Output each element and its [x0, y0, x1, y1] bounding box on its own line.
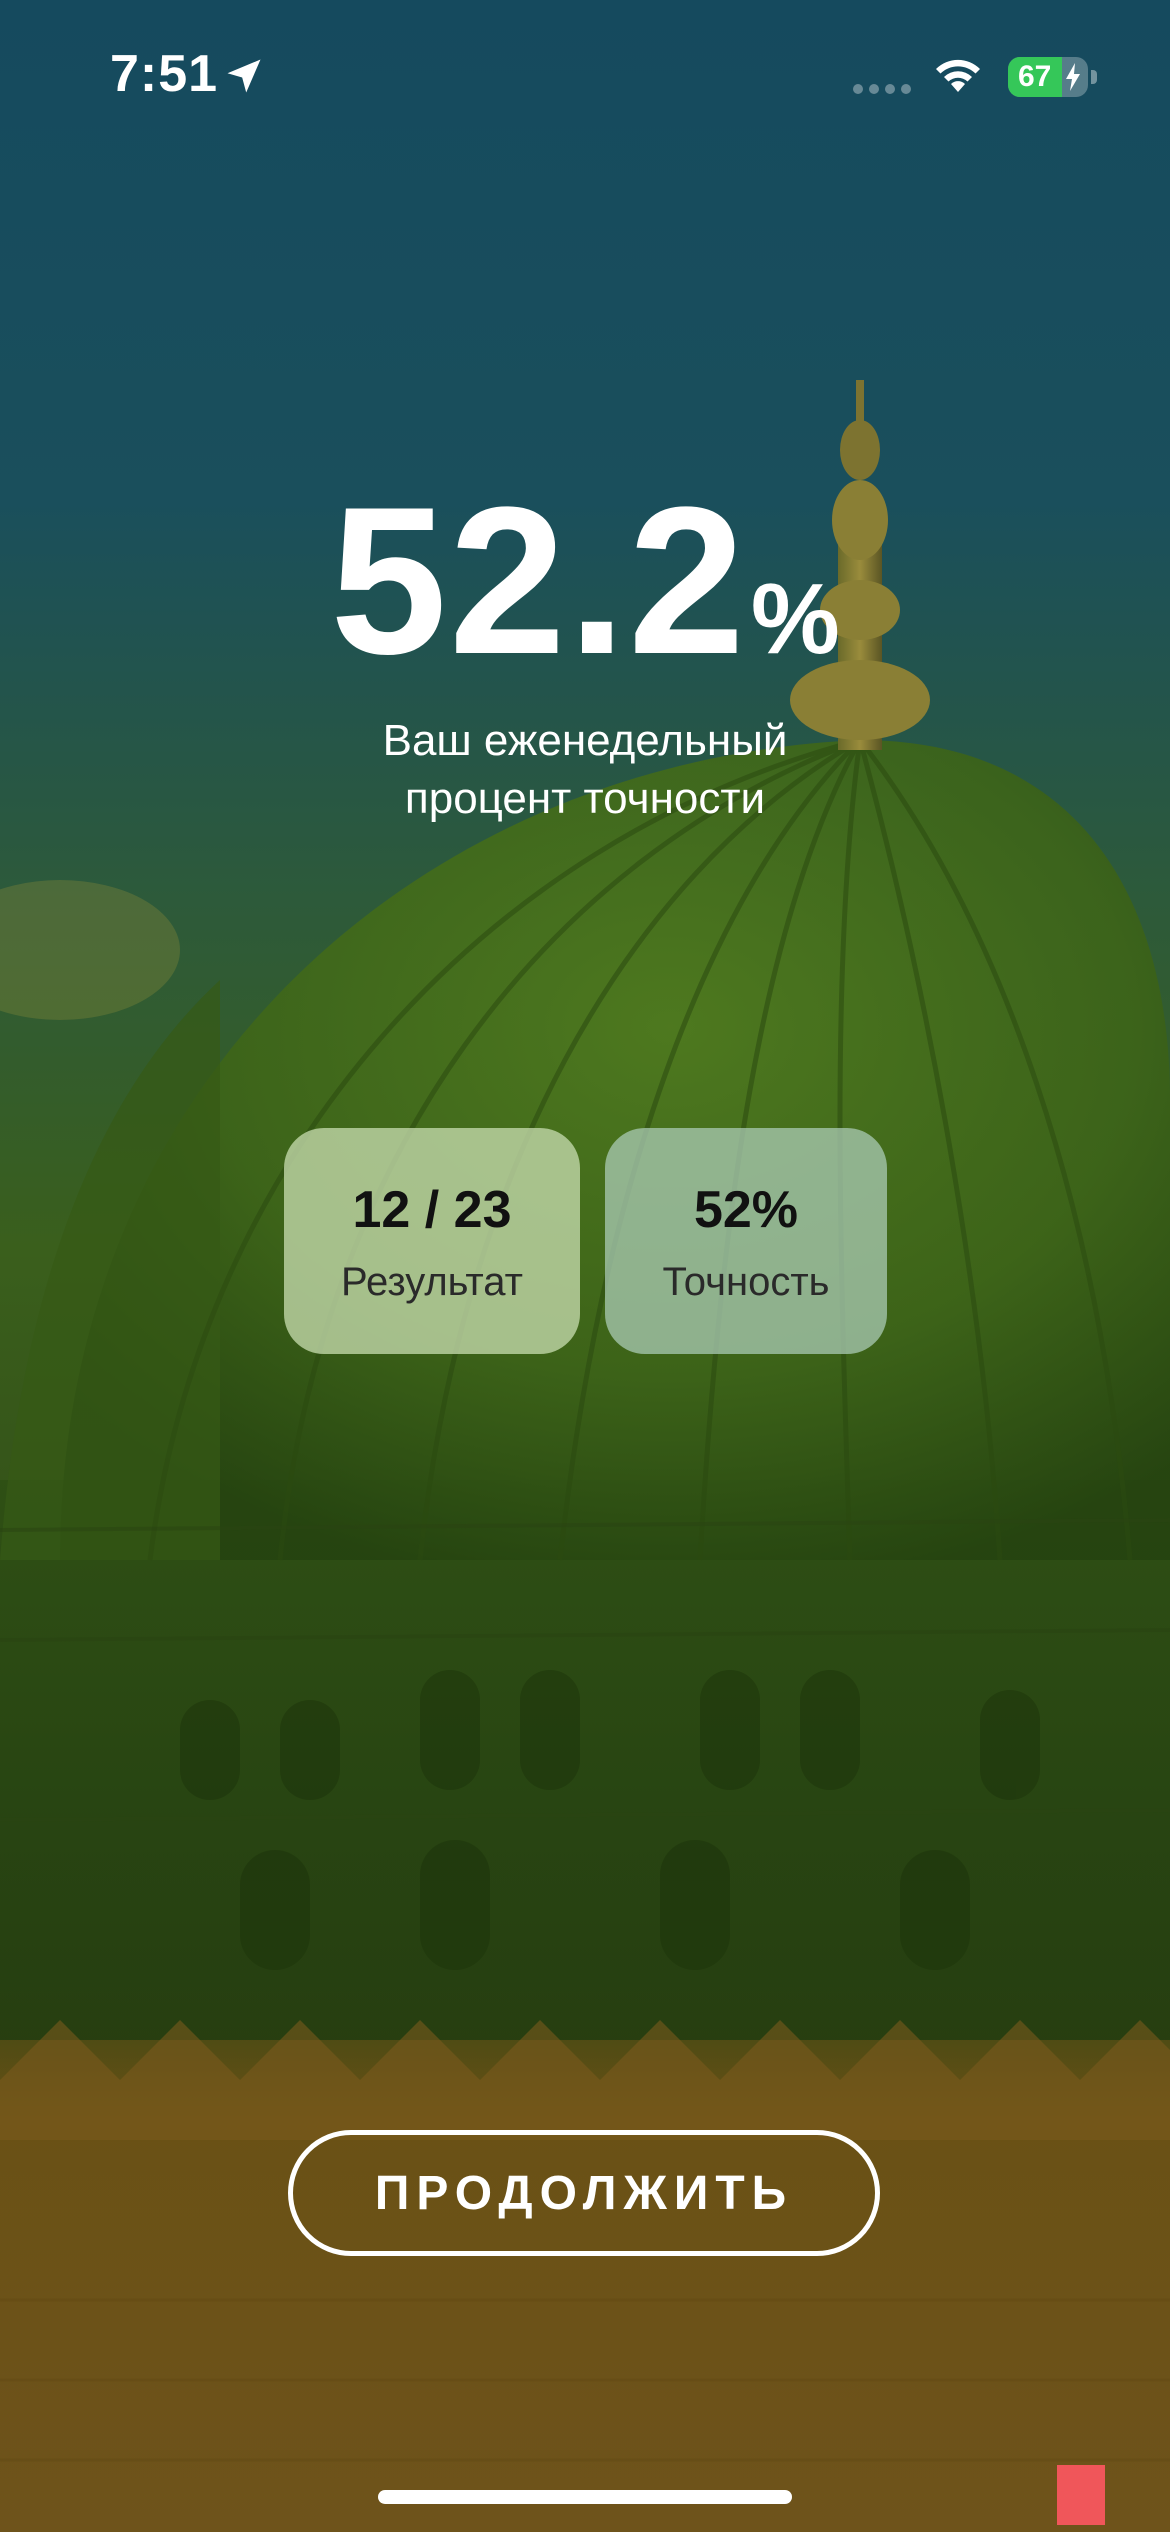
- accuracy-card: 52% Точность: [605, 1128, 887, 1354]
- status-time: 7:51: [110, 45, 219, 103]
- battery-label: 67: [1018, 60, 1052, 93]
- accuracy-value: 52%: [693, 1181, 799, 1239]
- weekly-accuracy-value: 52.2: [330, 463, 747, 698]
- home-indicator[interactable]: [378, 2490, 792, 2504]
- battery-indicator: 67: [1008, 57, 1088, 97]
- subtitle-line-1: Ваш еженедельный: [382, 716, 788, 765]
- cellular-signal-icon: [853, 84, 911, 94]
- weekly-accuracy-percent: 52.2%: [0, 460, 1170, 702]
- bolt-icon: [1066, 63, 1080, 91]
- subtitle-line-2: процент точности: [404, 774, 766, 823]
- result-card: 12 / 23 Результат: [284, 1128, 580, 1354]
- weekly-accuracy-subtitle: Ваш еженедельный процент точности: [0, 712, 1170, 828]
- wifi-icon: [936, 59, 980, 92]
- location-arrow-icon: [227, 59, 261, 93]
- battery-tip: [1091, 70, 1097, 84]
- weekly-accuracy-symbol: %: [750, 563, 840, 675]
- continue-button[interactable]: ПРОДОЛЖИТЬ: [288, 2130, 880, 2256]
- result-value: 12 / 23: [352, 1181, 512, 1239]
- accuracy-label: Точность: [662, 1260, 830, 1304]
- status-bar: 7:51 67: [0, 0, 1170, 150]
- red-marker: [1057, 2465, 1105, 2525]
- result-label: Результат: [341, 1260, 523, 1304]
